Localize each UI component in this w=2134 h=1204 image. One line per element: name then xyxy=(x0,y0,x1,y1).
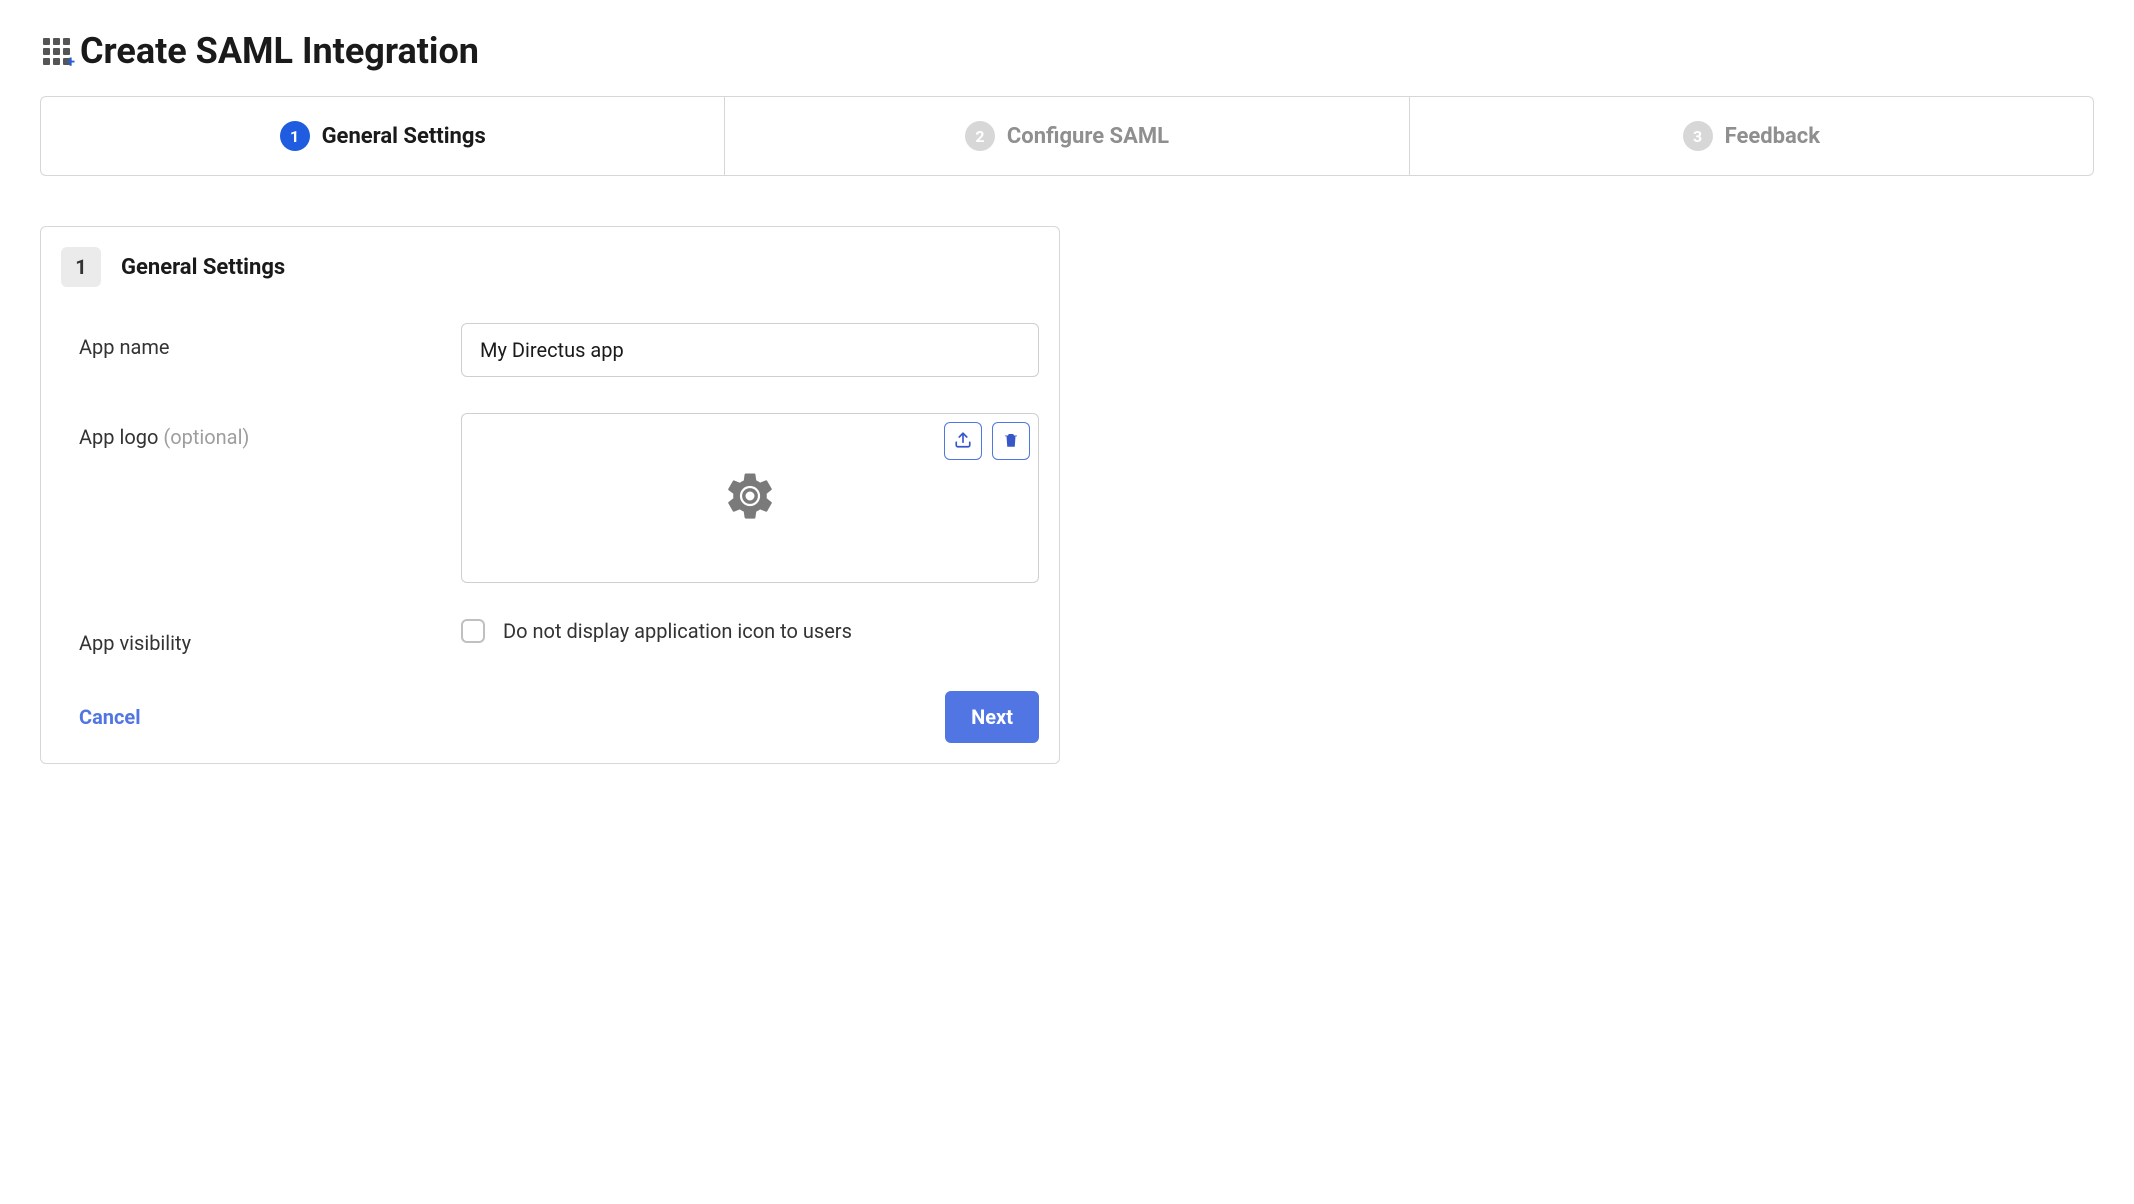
logo-upload-box xyxy=(461,413,1039,583)
page-header: + Create SAML Integration xyxy=(40,30,2094,72)
section-number-badge: 1 xyxy=(61,247,101,287)
form-row-app-name: App name xyxy=(61,323,1039,377)
app-logo-optional-text: (optional) xyxy=(163,425,249,449)
app-name-label: App name xyxy=(61,323,461,359)
form-actions: Cancel Next xyxy=(61,691,1039,743)
step-tab-feedback[interactable]: 3 Feedback xyxy=(1410,97,2093,175)
step-number-badge: 3 xyxy=(1683,121,1713,151)
cancel-button[interactable]: Cancel xyxy=(79,705,141,729)
visibility-checkbox-label: Do not display application icon to users xyxy=(503,619,852,643)
delete-logo-button[interactable] xyxy=(992,422,1030,460)
form-row-app-logo: App logo (optional) xyxy=(61,413,1039,583)
visibility-checkbox[interactable] xyxy=(461,619,485,643)
step-label: Feedback xyxy=(1725,124,1820,149)
app-logo-label-text: App logo xyxy=(79,425,158,449)
app-visibility-label: App visibility xyxy=(61,619,461,655)
form-card: 1 General Settings App name App logo (op… xyxy=(40,226,1060,764)
section-header: 1 General Settings xyxy=(61,247,1039,287)
trash-icon xyxy=(1002,431,1020,452)
section-title: General Settings xyxy=(121,255,285,280)
next-button[interactable]: Next xyxy=(945,691,1039,743)
step-label: Configure SAML xyxy=(1007,124,1169,149)
app-grid-plus-icon: + xyxy=(40,35,72,67)
step-tab-general-settings[interactable]: 1 General Settings xyxy=(41,97,725,175)
page-title: Create SAML Integration xyxy=(80,30,479,72)
app-logo-label: App logo (optional) xyxy=(61,413,461,449)
step-tab-configure-saml[interactable]: 2 Configure SAML xyxy=(725,97,1409,175)
upload-icon xyxy=(954,431,972,452)
gear-icon xyxy=(723,469,777,527)
form-row-app-visibility: App visibility Do not display applicatio… xyxy=(61,619,1039,655)
wizard-steps: 1 General Settings 2 Configure SAML 3 Fe… xyxy=(40,96,2094,176)
step-number-badge: 1 xyxy=(280,121,310,151)
step-label: General Settings xyxy=(322,124,486,149)
app-name-input[interactable] xyxy=(461,323,1039,377)
step-number-badge: 2 xyxy=(965,121,995,151)
upload-logo-button[interactable] xyxy=(944,422,982,460)
